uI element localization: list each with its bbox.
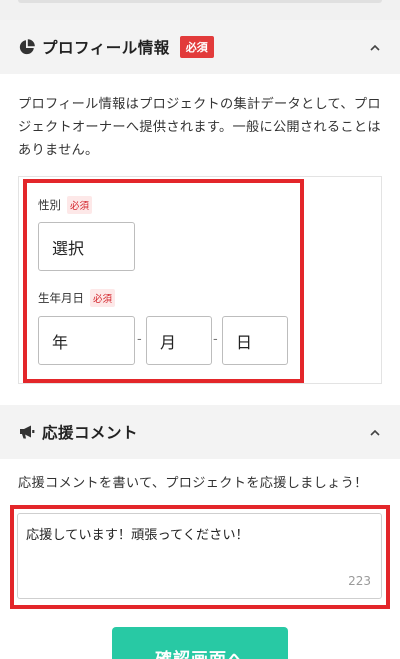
confirm-button-label: 確認画面へ xyxy=(155,645,245,659)
birthdate-label: 生年月日 必須 xyxy=(38,289,116,307)
birthdate-required-badge: 必須 xyxy=(90,289,116,307)
chevron-up-icon[interactable] xyxy=(368,425,382,439)
gender-label: 性別 必須 xyxy=(38,196,93,214)
comment-text: 応援しています！頑張ってください！ xyxy=(26,528,249,543)
birthdate-label-text: 生年月日 xyxy=(38,291,84,305)
profile-section-header[interactable]: プロフィール情報 必須 xyxy=(0,20,400,74)
gender-label-text: 性別 xyxy=(38,198,61,212)
birth-month-select[interactable]: 月 xyxy=(146,316,212,365)
date-separator: - xyxy=(137,332,142,347)
birth-month-value: 月 xyxy=(160,332,177,352)
birth-day-select[interactable]: 日 xyxy=(222,316,288,365)
comment-description: 応援コメントを書いて、プロジェクトを応援しましょう！ xyxy=(18,476,368,491)
date-separator: - xyxy=(213,332,218,347)
gender-select[interactable]: 選択 xyxy=(38,222,135,271)
profile-description: プロフィール情報はプロジェクトの集計データとして、プロジェクトオーナーへ提供され… xyxy=(18,97,381,158)
profile-section-title: プロフィール情報 xyxy=(42,39,170,57)
birth-year-value: 年 xyxy=(52,332,69,352)
gender-select-value: 選択 xyxy=(52,238,85,258)
comment-section-title: 応援コメント xyxy=(42,424,139,442)
chevron-up-icon[interactable] xyxy=(368,40,382,54)
pie-chart-icon xyxy=(18,38,36,56)
top-divider xyxy=(0,0,400,20)
birth-day-value: 日 xyxy=(236,332,253,352)
comment-textarea[interactable]: 応援しています！頑張ってください！ 223 xyxy=(17,513,382,599)
required-badge: 必須 xyxy=(179,36,214,58)
confirm-button[interactable]: 確認画面へ xyxy=(112,627,288,659)
birth-year-select[interactable]: 年 xyxy=(38,316,135,365)
char-counter: 223 xyxy=(348,574,371,588)
gender-required-badge: 必須 xyxy=(67,196,93,214)
megaphone-icon xyxy=(18,423,36,441)
comment-section-header[interactable]: 応援コメント xyxy=(0,405,400,459)
